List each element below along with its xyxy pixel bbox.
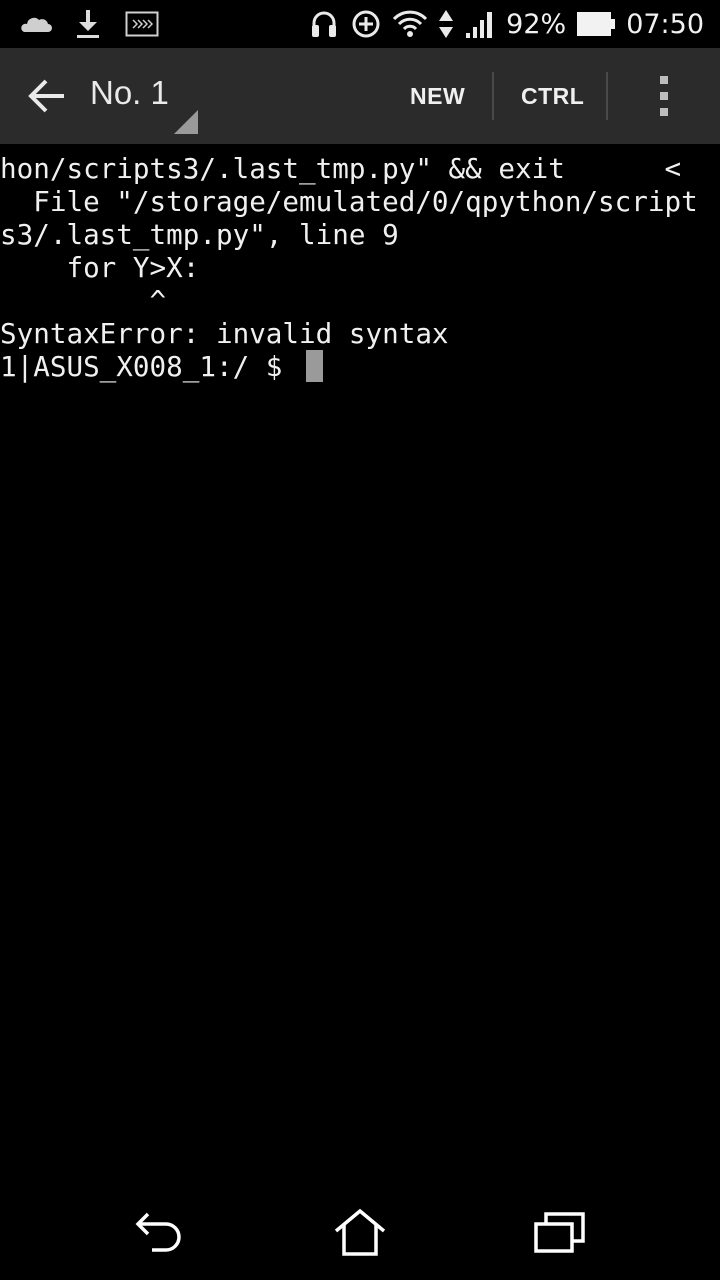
headset-icon <box>308 8 340 40</box>
terminal-line: for Y>X: <box>0 251 200 284</box>
overflow-menu-icon <box>660 108 668 116</box>
nav-recent-apps-button[interactable] <box>528 1200 592 1264</box>
text-cursor <box>306 350 323 382</box>
download-icon <box>72 8 104 40</box>
status-bar-left <box>20 8 160 40</box>
new-button[interactable]: NEW <box>410 72 465 120</box>
terminal-output[interactable]: hon/scripts3/.last_tmp.py" && exit < Fil… <box>0 150 720 1180</box>
ctrl-button[interactable]: CTRL <box>521 72 584 120</box>
battery-icon <box>576 8 616 40</box>
action-bar: No. 1 NEW CTRL <box>0 48 720 144</box>
terminal-line: File "/storage/emulated/0/qpython/script <box>0 185 698 218</box>
overflow-menu-icon <box>660 76 668 84</box>
battery-percent: 92% <box>506 8 567 40</box>
back-arrow-button[interactable] <box>24 72 72 120</box>
nav-back-button[interactable] <box>128 1200 192 1264</box>
nav-home-button[interactable] <box>328 1200 392 1264</box>
session-spinner[interactable]: No. 1 <box>88 66 204 134</box>
terminal-line: ^ <box>0 284 167 317</box>
back-icon <box>135 1212 181 1252</box>
signal-icon <box>464 8 496 40</box>
status-bar-right: 92% 07:50 <box>308 6 704 42</box>
keyboard-icon <box>124 8 160 40</box>
divider <box>606 72 608 120</box>
session-title: No. 1 <box>90 74 169 111</box>
terminal-line: s3/.last_tmp.py", line 9 <box>0 218 399 251</box>
divider <box>492 72 494 120</box>
overflow-menu-icon <box>660 92 668 100</box>
back-arrow-icon <box>28 79 64 113</box>
overflow-menu-button[interactable] <box>640 72 688 120</box>
home-icon <box>334 1208 386 1256</box>
terminal-line: SyntaxError: invalid syntax <box>0 317 449 350</box>
wifi-icon <box>392 8 428 40</box>
terminal-line: hon/scripts3/.last_tmp.py" && exit < <box>0 152 682 185</box>
clock: 07:50 <box>626 8 704 40</box>
navigation-bar <box>0 1184 720 1280</box>
data-transfer-icon <box>438 8 454 40</box>
terminal-prompt: 1|ASUS_X008_1:/ $ <box>0 350 300 383</box>
data-saver-icon <box>350 8 382 40</box>
recent-apps-icon <box>534 1212 585 1253</box>
cloud-icon <box>20 8 52 40</box>
spinner-dropdown-icon <box>174 110 198 134</box>
status-bar: 92% 07:50 <box>0 0 720 48</box>
